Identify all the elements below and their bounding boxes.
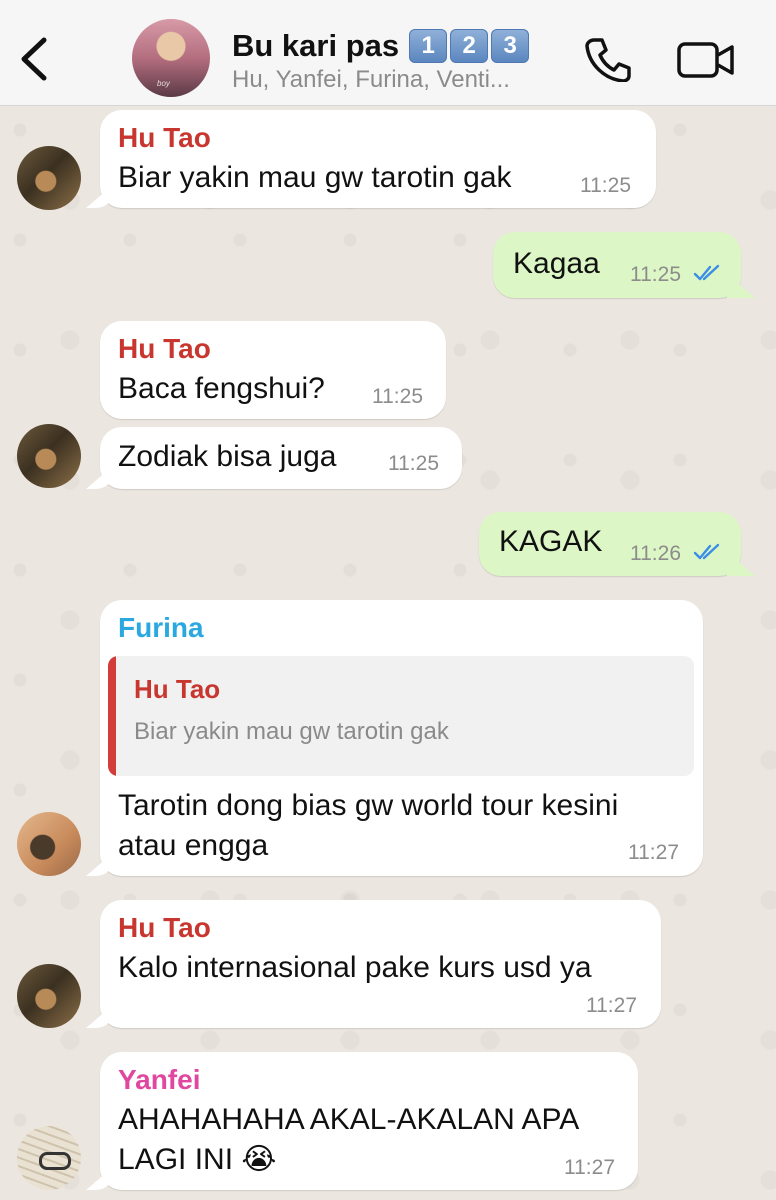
message-time: 11:27 (564, 1156, 615, 1179)
message-time: 11:25 (630, 263, 681, 286)
hu-tao-avatar[interactable] (17, 424, 81, 488)
sender-name: Hu Tao (118, 122, 211, 153)
message-text: Zodiak bisa juga (118, 440, 337, 473)
video-camera-icon (677, 42, 734, 78)
group-name[interactable]: Bu kari pas 1 2 3 (232, 27, 530, 65)
message-text-line: Tarotin dong bias gw world tour kesini (118, 789, 619, 822)
sender-name: Yanfei (118, 1064, 201, 1095)
avatar-caption: boy (157, 79, 170, 88)
quoted-text: Biar yakin mau gw tarotin gak (134, 718, 449, 745)
outgoing-message-bubble[interactable]: Kagaa 11:25 (493, 232, 741, 298)
incoming-message-bubble[interactable]: Hu Tao Biar yakin mau gw tarotin gak 11:… (100, 110, 656, 208)
voice-call-button[interactable] (584, 36, 632, 83)
message-time: 11:27 (586, 994, 637, 1017)
message-time: 11:27 (628, 841, 679, 864)
message-time: 11:26 (630, 542, 681, 565)
message-time: 11:25 (580, 174, 631, 197)
phone-icon (585, 38, 631, 83)
message-text: Kagaa (513, 247, 600, 280)
sender-name: Hu Tao (118, 333, 211, 364)
number-badge: 1 (409, 29, 448, 63)
number-badges: 1 2 3 (409, 29, 530, 63)
chevron-left-icon (21, 37, 47, 81)
quote-bar (108, 656, 116, 776)
furina-avatar[interactable] (17, 812, 81, 876)
message-text-line: AHAHAHAHA AKAL-AKALAN APA (118, 1103, 580, 1136)
number-badge: 3 (491, 29, 530, 63)
group-name-text: Bu kari pas (232, 28, 400, 63)
video-call-button[interactable] (676, 40, 736, 80)
number-badge: 2 (450, 29, 489, 63)
incoming-message-bubble[interactable]: Zodiak bisa juga 11:25 (100, 427, 462, 489)
hu-tao-avatar[interactable] (17, 146, 81, 210)
message-text: Kalo internasional pake kurs usd ya (118, 951, 592, 984)
yanfei-avatar[interactable] (17, 1126, 81, 1190)
group-members[interactable]: Hu, Yanfei, Furina, Venti... (232, 66, 510, 94)
message-time: 11:25 (388, 452, 439, 475)
incoming-message-bubble[interactable]: Hu Tao Baca fengshui? 11:25 (100, 321, 446, 419)
message-text: Biar yakin mau gw tarotin gak (118, 161, 512, 194)
outgoing-message-bubble[interactable]: KAGAK 11:26 (479, 512, 741, 576)
hu-tao-avatar[interactable] (17, 964, 81, 1028)
message-text: Baca fengshui? (118, 372, 325, 405)
message-text: KAGAK (499, 525, 603, 558)
read-ticks-icon (693, 543, 720, 560)
read-ticks-icon (693, 264, 720, 281)
quoted-sender: Hu Tao (134, 674, 221, 704)
message-time: 11:25 (372, 385, 423, 408)
sender-name: Hu Tao (118, 912, 211, 943)
incoming-message-bubble[interactable]: Hu Tao Kalo internasional pake kurs usd … (100, 900, 661, 1028)
chat-header: boy Bu kari pas 1 2 3 Hu, Yanfei, Furina… (0, 0, 776, 106)
incoming-message-bubble[interactable]: Yanfei AHAHAHAHA AKAL-AKALAN APA LAGI IN… (100, 1052, 638, 1190)
sender-name: Furina (118, 612, 204, 643)
message-text-line: LAGI INI 😭 (118, 1143, 277, 1176)
quoted-message[interactable]: Hu Tao Biar yakin mau gw tarotin gak (108, 656, 694, 776)
message-text-line: atau engga (118, 829, 269, 862)
incoming-message-bubble[interactable]: Furina Hu Tao Biar yakin mau gw tarotin … (100, 600, 703, 876)
back-button[interactable] (14, 34, 58, 84)
group-avatar[interactable]: boy (132, 19, 210, 97)
